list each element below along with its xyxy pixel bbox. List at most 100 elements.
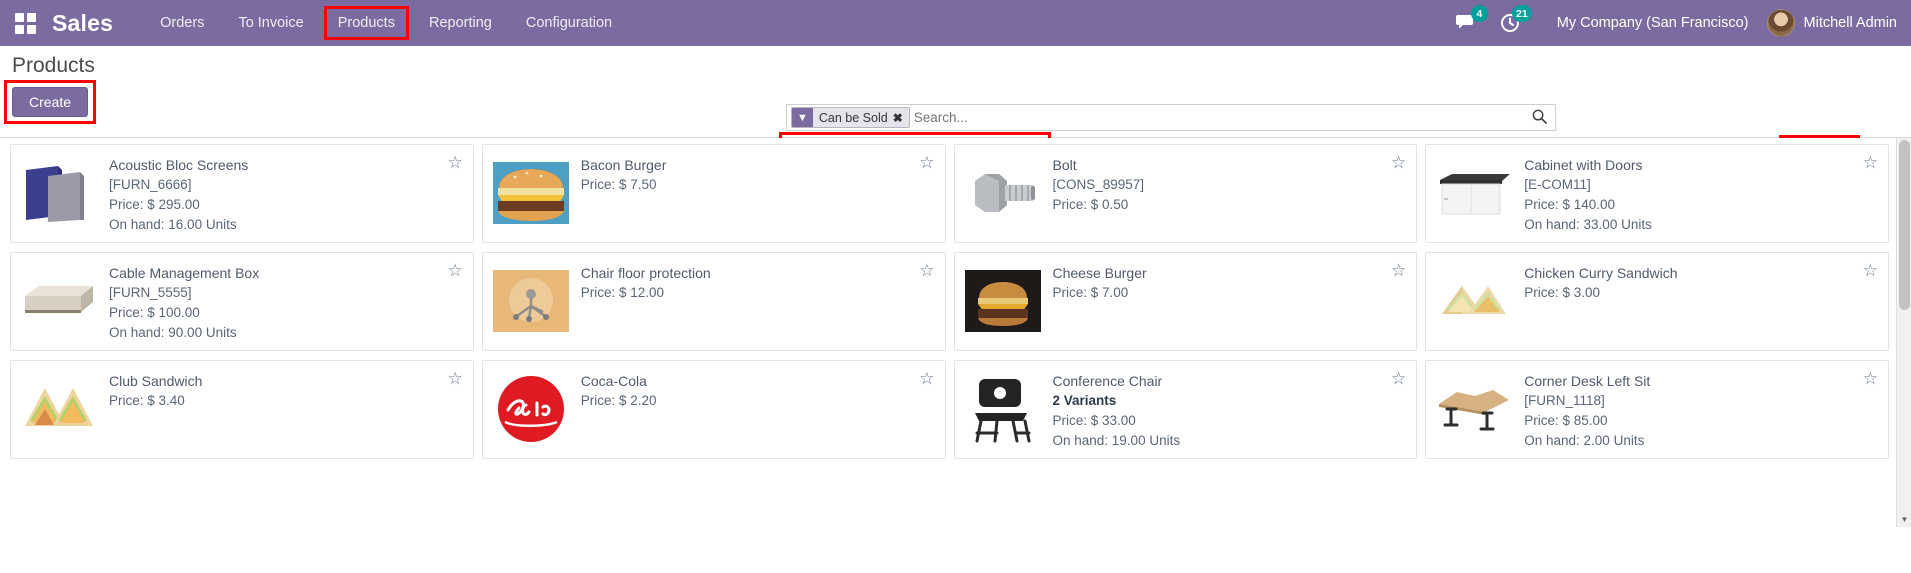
favorite-star-icon[interactable]: ☆ [919,262,934,279]
product-price: Price: $ 3.40 [109,393,185,408]
product-card[interactable]: Cabinet with Doors [E-COM11] Price: $ 14… [1425,144,1889,243]
create-button[interactable]: Create [12,87,89,117]
product-info: Bolt [CONS_89957] Price: $ 0.50 [1053,153,1407,234]
product-image-sandwich [1434,261,1514,341]
product-price: Price: $ 12.00 [580,285,665,300]
favorite-star-icon[interactable]: ☆ [448,262,463,279]
product-on-hand: On hand: 33.00 Units [1524,217,1652,232]
search-box[interactable]: ▼ Can be Sold ✖ [786,104,1556,131]
product-name: Bacon Burger [580,157,667,173]
product-card[interactable]: Corner Desk Left Sit [FURN_1118] Price: … [1425,360,1889,459]
product-on-hand: On hand: 19.00 Units [1052,433,1181,448]
apps-menu-button[interactable] [8,0,42,46]
menu-item-orders[interactable]: Orders [143,0,221,46]
product-image-corner-desk [1434,369,1514,449]
search-facet-can-be-sold[interactable]: ▼ Can be Sold ✖ [791,107,910,128]
product-name: Cabinet with Doors [1524,157,1643,173]
product-card[interactable]: Bolt [CONS_89957] Price: $ 0.50 ☆ [953,144,1418,243]
user-menu[interactable]: Mitchell Admin [1766,9,1897,37]
product-info: Cheese Burger Price: $ 7.00 [1053,261,1407,342]
product-image-cable-box [19,261,99,341]
favorite-star-icon[interactable]: ☆ [1863,154,1878,171]
product-image-bacon-burger [491,153,571,233]
messages-badge: 4 [1470,5,1488,22]
product-price: Price: $ 7.00 [1052,285,1129,300]
product-price: Price: $ 2.20 [580,393,657,408]
product-info: Corner Desk Left Sit [FURN_1118] Price: … [1524,369,1878,450]
product-price: Price: $ 100.00 [109,305,200,320]
product-card[interactable]: Cable Management Box [FURN_5555] Price: … [10,252,474,351]
product-info: Conference Chair 2 Variants Price: $ 33.… [1053,369,1407,450]
product-name: Coca-Cola [580,373,647,389]
user-name: Mitchell Admin [1803,15,1897,31]
product-name: Bolt [1052,157,1077,173]
favorite-star-icon[interactable]: ☆ [1391,262,1406,279]
product-price: Price: $ 33.00 [1052,413,1136,428]
product-name: Conference Chair [1052,373,1163,389]
product-info: Acoustic Bloc Screens [FURN_6666] Price:… [109,153,463,234]
product-card[interactable]: Acoustic Bloc Screens [FURN_6666] Price:… [10,144,474,243]
avatar [1766,9,1795,37]
product-image-cheese-burger [963,261,1043,341]
favorite-star-icon[interactable]: ☆ [919,370,934,387]
product-card[interactable]: Coca-Cola Price: $ 2.20 ☆ [481,360,946,459]
favorite-star-icon[interactable]: ☆ [919,154,934,171]
menu-item-reporting[interactable]: Reporting [412,0,509,46]
kanban-view-container: Acoustic Bloc Screens [FURN_6666] Price:… [0,138,1911,527]
product-image-cabinet [1434,153,1514,233]
scrollbar-thumb[interactable] [1899,140,1910,310]
favorite-star-icon[interactable]: ☆ [1863,370,1878,387]
product-image-acoustic-screens [19,153,99,233]
product-name: Club Sandwich [109,373,203,389]
product-card[interactable]: Cheese Burger Price: $ 7.00 ☆ [953,252,1418,351]
menu-item-to-invoice[interactable]: To Invoice [221,0,320,46]
favorite-star-icon[interactable]: ☆ [1391,154,1406,171]
product-image-chair-mat [491,261,571,341]
product-price: Price: $ 0.50 [1052,197,1129,212]
favorite-star-icon[interactable]: ☆ [448,370,463,387]
product-variants: 2 Variants [1052,393,1117,408]
company-switcher[interactable]: My Company (San Francisco) [1557,15,1749,31]
product-price: Price: $ 140.00 [1524,197,1616,212]
product-card[interactable]: Chair floor protection Price: $ 12.00 ☆ [481,252,946,351]
favorite-star-icon[interactable]: ☆ [448,154,463,171]
product-name: Acoustic Bloc Screens [109,157,249,173]
product-card-grid: Acoustic Bloc Screens [FURN_6666] Price:… [10,144,1889,459]
product-info: Club Sandwich Price: $ 3.40 [109,369,463,450]
menu-item-products[interactable]: Products [321,0,412,46]
product-on-hand: On hand: 2.00 Units [1524,433,1645,448]
product-card[interactable]: Club Sandwich Price: $ 3.40 ☆ [10,360,474,459]
product-price: Price: $ 295.00 [109,197,200,212]
activities-badge: 21 [1512,5,1532,22]
activities-button[interactable]: 21 [1495,5,1532,38]
favorite-star-icon[interactable]: ☆ [1863,262,1878,279]
control-panel-left: Products Create [4,54,97,124]
search-input[interactable] [913,105,1555,130]
product-price: Price: $ 7.50 [580,177,657,192]
product-reference: [FURN_1118] [1524,393,1605,408]
vertical-scrollbar[interactable]: ▲ ▼ [1896,138,1911,527]
product-reference: [FURN_6666] [109,177,192,192]
menu-item-configuration[interactable]: Configuration [509,0,629,46]
product-image-coca-cola [491,369,571,449]
product-card[interactable]: Chicken Curry Sandwich Price: $ 3.00 ☆ [1425,252,1889,351]
facet-remove-icon[interactable]: ✖ [890,108,909,127]
control-panel: Products Create ▼ Can be Sold ✖ Search..… [0,46,1911,172]
app-brand-sales[interactable]: Sales [52,10,113,37]
product-info: Chicken Curry Sandwich Price: $ 3.00 [1524,261,1878,342]
product-on-hand: On hand: 90.00 Units [109,325,237,340]
product-image-bolt [963,153,1043,233]
messages-button[interactable]: 4 [1451,5,1488,38]
search-icon[interactable] [1532,109,1547,127]
product-info: Bacon Burger Price: $ 7.50 [581,153,935,234]
product-card[interactable]: Bacon Burger Price: $ 7.50 ☆ [481,144,946,243]
product-card[interactable]: Conference Chair 2 Variants Price: $ 33.… [953,360,1418,459]
navbar-right-tools: 4 21 My Company (San Francisco) Mitchell… [1437,5,1897,38]
favorite-star-icon[interactable]: ☆ [1391,370,1406,387]
create-button-wrapper: Create [4,80,97,124]
product-price: Price: $ 85.00 [1524,413,1608,428]
product-price: Price: $ 3.00 [1524,285,1601,300]
product-reference: [FURN_5555] [109,285,192,300]
scroll-down-icon[interactable]: ▼ [1897,512,1911,527]
product-name: Corner Desk Left Sit [1524,373,1651,389]
